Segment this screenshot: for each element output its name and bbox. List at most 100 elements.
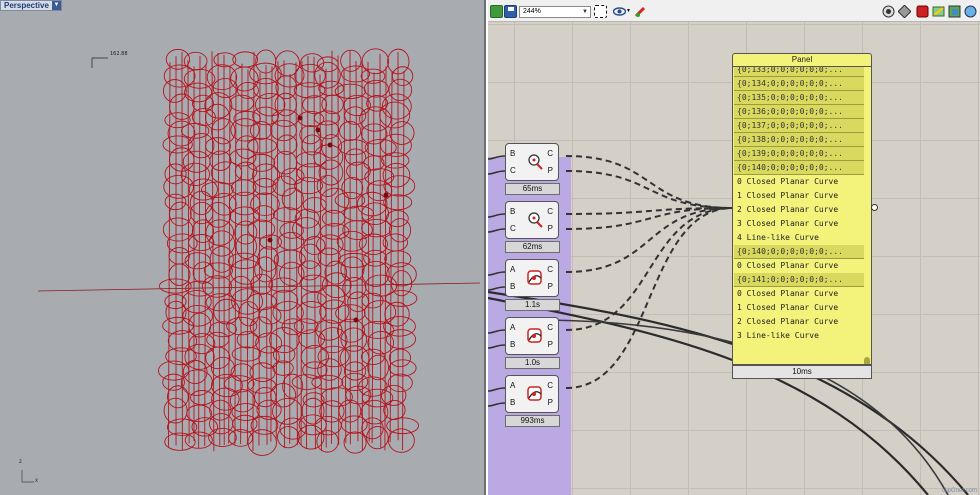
preview-mesh-icon[interactable] xyxy=(897,4,912,19)
viewport-tab[interactable]: Perspective ▼ xyxy=(0,0,62,11)
input-param-1[interactable]: A xyxy=(510,381,515,390)
panel-branch-path: {0;136;0;0;0;0;0;0;... xyxy=(734,105,864,119)
component-body[interactable]: AB CP xyxy=(505,375,559,413)
input-param-2[interactable]: C xyxy=(510,224,516,233)
component-1[interactable]: B C C P 65ms xyxy=(498,143,560,195)
eye-menu-arrow-icon[interactable]: ▼ xyxy=(626,8,631,14)
bake-icon[interactable] xyxy=(634,5,647,18)
input-param-2[interactable]: B xyxy=(510,282,515,291)
circle-curve xyxy=(387,373,413,393)
output-param-2[interactable]: P xyxy=(548,166,553,175)
input-param-2[interactable]: B xyxy=(510,398,515,407)
output-param-2[interactable]: P xyxy=(548,398,553,407)
circle-curve xyxy=(388,348,412,368)
component-2[interactable]: B C C P 62ms xyxy=(498,201,560,253)
save-icon[interactable] xyxy=(504,5,517,18)
input-param-1[interactable]: A xyxy=(510,265,515,274)
circle-curve xyxy=(164,163,187,185)
circle-curve xyxy=(272,398,303,425)
sphere-preview-icon[interactable] xyxy=(964,5,977,18)
output-param-1[interactable]: C xyxy=(547,265,553,274)
component-body[interactable]: BCCP xyxy=(505,201,559,239)
panel-list-item: 3 Closed Planar Curve xyxy=(734,217,864,231)
zoom-dropdown[interactable]: 244% ▼ xyxy=(519,6,591,18)
preview-custom-icon[interactable] xyxy=(948,5,961,18)
circle-curve xyxy=(162,79,187,103)
vertical-curve xyxy=(228,66,231,444)
solid-wire xyxy=(488,290,969,495)
panel-list-item: 1 Closed Planar Curve xyxy=(734,301,864,315)
panel-component[interactable]: Panel 3 Line-like Curve 2 Closed Planar C… xyxy=(732,53,878,381)
circle-curve xyxy=(388,78,413,102)
new-file-icon[interactable] xyxy=(490,5,503,18)
preview-shaded-icon[interactable] xyxy=(916,5,929,18)
intersection-point xyxy=(315,127,321,133)
circle-curve xyxy=(343,431,367,454)
component-body[interactable]: AB CP xyxy=(505,317,559,355)
component-3[interactable]: A B C P 1.1s xyxy=(498,259,560,311)
panel-list-item: 1 Closed Planar Curve xyxy=(734,189,864,203)
dimension-marker xyxy=(91,57,108,68)
canvas-toolbar: 244% ▼ ▼ xyxy=(488,0,980,22)
output-param-1[interactable]: C xyxy=(547,207,553,216)
circle-curve xyxy=(293,318,319,334)
input-param-2[interactable]: B xyxy=(510,340,515,349)
circle-curve xyxy=(231,346,262,362)
dashed-wire xyxy=(565,170,734,209)
circle-curve xyxy=(182,359,208,385)
intersection-point xyxy=(327,142,333,148)
circle-curve xyxy=(204,103,231,131)
circle-curve xyxy=(383,175,416,197)
output-param-2[interactable]: P xyxy=(548,340,553,349)
output-param-1[interactable]: C xyxy=(547,149,553,158)
component-body[interactable]: AB CP xyxy=(505,259,559,297)
curve-geometry-canvas xyxy=(21,48,481,483)
viewport-menu-arrow-icon[interactable]: ▼ xyxy=(51,1,61,10)
preview-wire-icon[interactable] xyxy=(882,5,895,18)
circle-curve xyxy=(316,430,339,453)
vertical-curve xyxy=(217,53,221,446)
fit-view-icon[interactable] xyxy=(594,5,607,18)
circle-curve xyxy=(277,231,305,251)
panel-branch-path: {0;140;0;0;0;0;0;0;... xyxy=(734,161,864,175)
circle-curve xyxy=(318,80,344,96)
panel-list-item: 2 Closed Planar Curve xyxy=(734,203,864,217)
component-timing: 993ms xyxy=(505,415,560,427)
rhino-viewport[interactable]: Perspective ▼ 162.88 z x xyxy=(0,0,486,495)
panel-list-item: 3 Line-like Curve xyxy=(734,329,864,343)
panel-scrollbar[interactable] xyxy=(864,357,870,364)
panel-output-grip[interactable] xyxy=(871,204,878,211)
component-4[interactable]: A B C P 1.0s xyxy=(498,317,560,369)
output-param-1[interactable]: C xyxy=(547,381,553,390)
circle-curve xyxy=(192,261,214,284)
watermark: clipGnet.com xyxy=(941,488,977,494)
input-param-1[interactable]: B xyxy=(510,207,515,216)
vertical-curve xyxy=(283,60,286,449)
panel-content[interactable]: 3 Line-like Curve 2 Closed Planar Curve 1 … xyxy=(732,67,872,365)
circle-curve xyxy=(319,299,350,324)
circle-curve xyxy=(247,429,277,456)
output-param-2[interactable]: P xyxy=(548,282,553,291)
dashed-wire xyxy=(565,207,734,331)
circle-curve xyxy=(206,64,238,91)
preview-selected-icon[interactable] xyxy=(932,5,945,18)
panel-title[interactable]: Panel xyxy=(732,53,872,67)
input-param-2[interactable]: C xyxy=(510,166,516,175)
component-timing: 1.1s xyxy=(505,299,560,311)
component-5[interactable]: A B C P 993ms xyxy=(498,375,560,427)
circle-curve xyxy=(314,415,342,436)
circle-curve xyxy=(294,63,326,88)
output-param-1[interactable]: C xyxy=(547,323,553,332)
component-timing: 65ms xyxy=(505,183,560,195)
axis-gizmo xyxy=(21,470,34,483)
circle-curve xyxy=(382,162,411,188)
component-body[interactable]: BCCP xyxy=(505,143,559,181)
input-param-1[interactable]: A xyxy=(510,323,515,332)
preview-eye-icon[interactable] xyxy=(612,5,627,18)
vertical-curve xyxy=(371,72,375,444)
axis-z-label: z xyxy=(19,459,22,465)
input-param-1[interactable]: B xyxy=(510,149,515,158)
chevron-down-icon[interactable]: ▼ xyxy=(580,7,590,17)
panel-branch-path: {0;135;0;0;0;0;0;0;... xyxy=(734,91,864,105)
output-param-2[interactable]: P xyxy=(548,224,553,233)
